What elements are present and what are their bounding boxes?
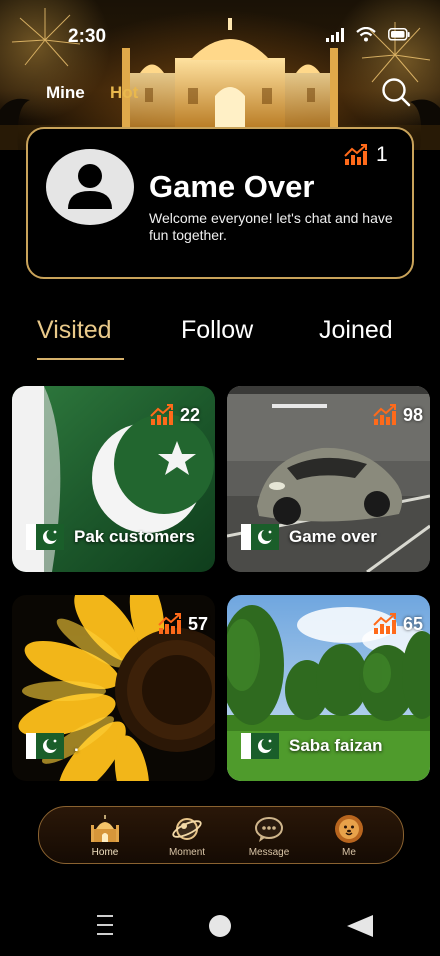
room-profile-card[interactable]: 1 Game Over Welcome everyone! let's chat… bbox=[26, 127, 414, 279]
room-count: 65 bbox=[403, 613, 424, 634]
room-count: 57 bbox=[188, 613, 209, 634]
palace-icon bbox=[91, 815, 119, 842]
battery-icon bbox=[388, 28, 410, 41]
nav-message-label: Message bbox=[248, 847, 290, 858]
signal-icon bbox=[326, 27, 344, 42]
pakistan-flag-icon bbox=[241, 733, 279, 759]
tab-joined[interactable]: Joined bbox=[319, 316, 393, 345]
room-card[interactable]: 98 Game over bbox=[227, 386, 430, 572]
room-name: Saba faizan bbox=[289, 736, 383, 755]
trending-icon bbox=[373, 613, 396, 634]
pakistan-flag-icon bbox=[26, 733, 64, 759]
nav-moment[interactable]: Moment bbox=[151, 813, 223, 858]
nav-home-label: Home bbox=[91, 847, 119, 858]
trending-icon bbox=[150, 404, 173, 425]
room-count: 98 bbox=[403, 404, 424, 425]
nav-moment-label: Moment bbox=[168, 847, 206, 858]
nav-me-label: Me bbox=[342, 847, 356, 858]
search-icon[interactable] bbox=[380, 76, 412, 108]
recent-apps-icon[interactable] bbox=[96, 914, 114, 936]
avatar bbox=[46, 149, 134, 225]
room-popularity: 22 bbox=[150, 404, 200, 426]
nav-home[interactable]: Home bbox=[69, 813, 141, 858]
lion-icon bbox=[335, 815, 363, 843]
home-circle-icon[interactable] bbox=[209, 915, 231, 937]
room-popularity: 98 bbox=[373, 404, 423, 426]
profile-count: 1 bbox=[376, 143, 388, 166]
status-time: 2:30 bbox=[68, 26, 107, 47]
nav-me[interactable]: Me bbox=[313, 813, 385, 858]
room-card[interactable]: 57 . bbox=[12, 595, 215, 781]
room-name: Pak customers bbox=[74, 527, 195, 546]
room-count: 22 bbox=[180, 404, 201, 425]
tab-mine[interactable]: Mine bbox=[46, 83, 85, 103]
bottom-navigation: Home Moment Message Me bbox=[38, 806, 404, 864]
planet-icon bbox=[172, 818, 202, 840]
nav-message[interactable]: Message bbox=[233, 813, 305, 858]
tab-hot[interactable]: Hot bbox=[110, 83, 138, 103]
room-name: Game over bbox=[289, 527, 377, 546]
room-popularity: 57 bbox=[158, 613, 208, 635]
status-bar: 2:30 bbox=[0, 0, 440, 70]
pakistan-flag-icon bbox=[26, 524, 64, 550]
back-triangle-icon[interactable] bbox=[346, 913, 374, 939]
room-name: . bbox=[74, 736, 79, 755]
chat-bubble-icon bbox=[255, 817, 283, 842]
tab-follow[interactable]: Follow bbox=[181, 316, 253, 345]
trending-icon bbox=[158, 613, 181, 634]
trending-icon bbox=[344, 144, 367, 165]
pakistan-flag-icon bbox=[241, 524, 279, 550]
room-title: Game Over bbox=[149, 169, 315, 204]
room-popularity: 65 bbox=[373, 613, 423, 635]
room-card[interactable]: 22 Pak customers bbox=[12, 386, 215, 572]
room-card[interactable]: 65 Saba faizan bbox=[227, 595, 430, 781]
trending-icon bbox=[373, 404, 396, 425]
wifi-icon bbox=[356, 27, 376, 42]
profile-popularity: 1 bbox=[344, 143, 388, 167]
room-description: Welcome everyone! let's chat and have fu… bbox=[149, 210, 393, 243]
tab-visited[interactable]: Visited bbox=[37, 316, 112, 345]
user-silhouette-icon bbox=[68, 164, 112, 209]
active-tab-indicator bbox=[37, 358, 124, 360]
